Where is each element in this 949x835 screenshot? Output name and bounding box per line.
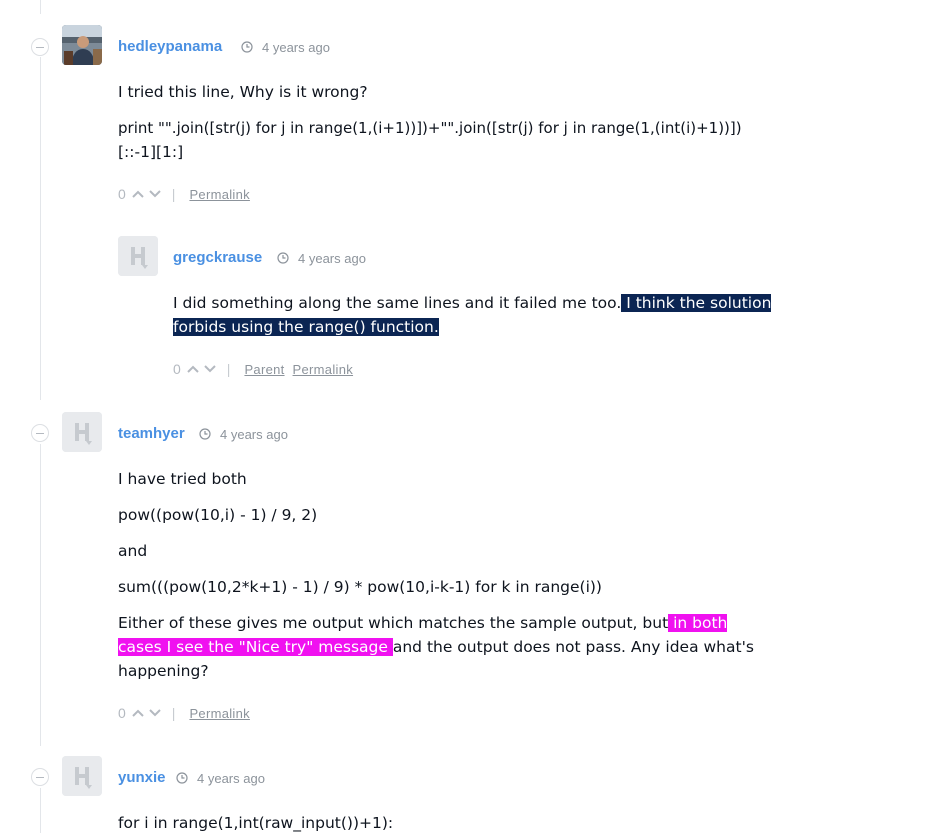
clock-icon xyxy=(241,41,253,53)
comment-text: I did something along the same lines and… xyxy=(173,291,772,339)
username[interactable]: hedleypanama xyxy=(118,38,222,55)
clock-icon xyxy=(277,252,289,264)
vote-count: 0 xyxy=(173,361,181,377)
comment-text: for i in range(1,int(raw_input())+1): xyxy=(118,814,394,832)
comment-text: print "".join([str(j) for j in range(1,(… xyxy=(118,119,742,137)
permalink-link[interactable]: Permalink xyxy=(189,706,250,721)
comment-text-plain: Either of these gives me output which ma… xyxy=(118,614,669,632)
comment-text: pow((pow(10,i) - 1) / 9, 2) xyxy=(118,506,318,524)
clock-icon xyxy=(199,428,211,440)
parent-link[interactable]: Parent xyxy=(244,362,284,377)
clock-icon xyxy=(176,772,188,784)
thread-line xyxy=(40,0,41,14)
avatar[interactable] xyxy=(62,756,102,796)
highlighted-text: in both xyxy=(668,614,728,632)
thread-line xyxy=(40,788,41,833)
avatar[interactable] xyxy=(62,25,102,65)
avatar[interactable] xyxy=(62,412,102,452)
downvote-icon[interactable] xyxy=(204,365,216,373)
selected-text: forbids using the range() function. xyxy=(173,318,439,336)
vote-count: 0 xyxy=(118,705,126,721)
selected-text: I think the solution xyxy=(621,294,772,312)
upvote-icon[interactable] xyxy=(132,190,144,198)
collapse-button[interactable] xyxy=(31,38,49,56)
comment-text-plain: I did something along the same lines and… xyxy=(173,294,622,312)
comment-text: I tried this line, Why is it wrong? xyxy=(118,83,368,101)
vote-bar: 0 | Permalink xyxy=(118,705,258,721)
upvote-icon[interactable] xyxy=(187,365,199,373)
username[interactable]: teamhyer xyxy=(118,425,185,442)
collapse-button[interactable] xyxy=(31,768,49,786)
timestamp: 4 years ago xyxy=(220,427,288,442)
username[interactable]: yunxie xyxy=(118,769,166,786)
permalink-link[interactable]: Permalink xyxy=(293,362,354,377)
timestamp: 4 years ago xyxy=(298,251,366,266)
comment-text: I have tried both xyxy=(118,470,247,488)
avatar[interactable] xyxy=(118,236,158,276)
comment-text: sum(((pow(10,2*k+1) - 1) / 9) * pow(10,i… xyxy=(118,578,602,596)
divider: | xyxy=(171,705,176,721)
vote-bar: 0 | Permalink xyxy=(118,186,258,202)
comment-text-plain: happening? xyxy=(118,662,209,680)
timestamp: 4 years ago xyxy=(262,40,330,55)
permalink-link[interactable]: Permalink xyxy=(189,187,250,202)
divider: | xyxy=(171,186,176,202)
downvote-icon[interactable] xyxy=(149,190,161,198)
downvote-icon[interactable] xyxy=(149,709,161,717)
vote-bar: 0 | Parent Permalink xyxy=(173,361,361,377)
thread-line xyxy=(40,444,41,746)
upvote-icon[interactable] xyxy=(132,709,144,717)
comment-text: [::-1][1:] xyxy=(118,143,184,161)
comment-text: and xyxy=(118,542,148,560)
thread-line xyxy=(40,57,41,400)
divider: | xyxy=(226,361,231,377)
timestamp: 4 years ago xyxy=(197,771,265,786)
collapse-button[interactable] xyxy=(31,424,49,442)
comment-text-plain: and the output does not pass. Any idea w… xyxy=(392,638,754,656)
comment-text: Either of these gives me output which ma… xyxy=(118,611,754,683)
username[interactable]: gregckrause xyxy=(173,249,262,266)
vote-count: 0 xyxy=(118,186,126,202)
highlighted-text: cases I see the "Nice try" message xyxy=(118,638,393,656)
